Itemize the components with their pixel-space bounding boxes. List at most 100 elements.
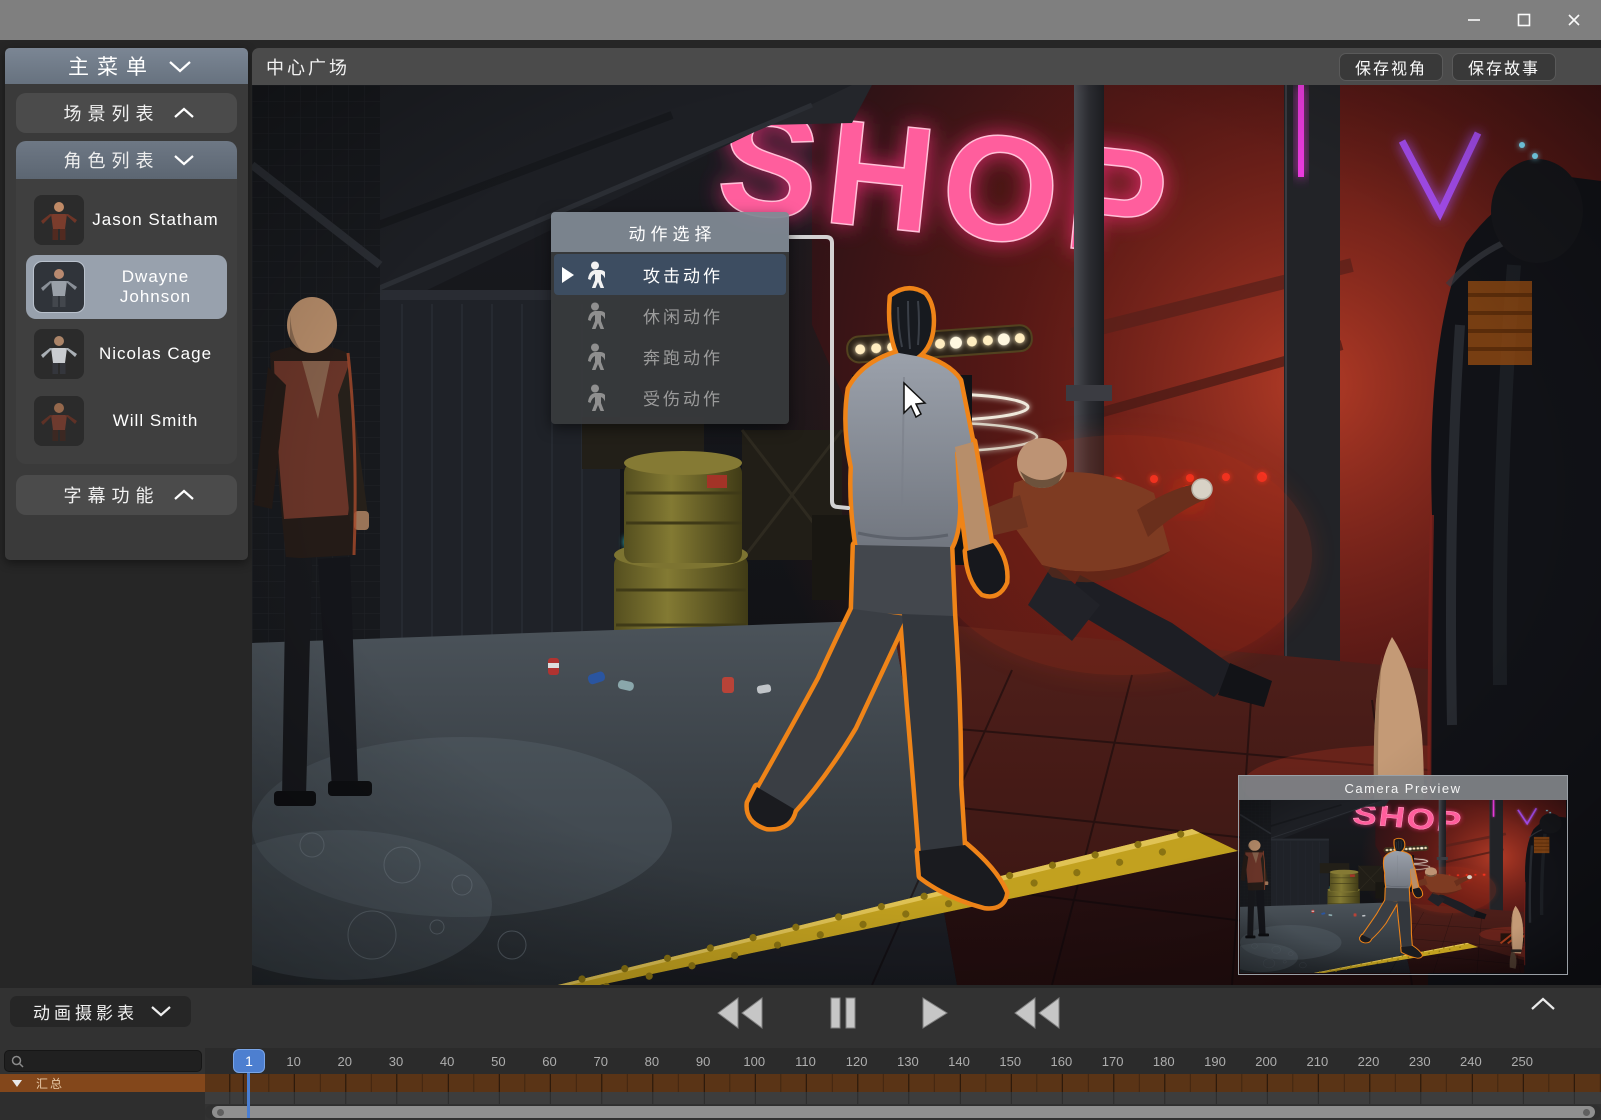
ruler-tick: 150 <box>985 1054 1036 1069</box>
app-window: 主菜单 场景列表 角色列表 <box>0 0 1601 1120</box>
character-list-section: 角色列表 Ja <box>16 141 237 464</box>
character-thumbnail <box>34 262 84 312</box>
chevron-up-icon <box>172 106 196 120</box>
ruler-tick: 140 <box>933 1054 984 1069</box>
collapse-panel-button[interactable] <box>1529 996 1557 1017</box>
action-selection-popup: 动作选择 攻击动作 休闲动作 <box>551 212 789 424</box>
character-figure-icon <box>37 399 81 443</box>
main-menu-label: 主菜单 <box>60 51 155 81</box>
playhead-line <box>247 1073 250 1118</box>
camera-preview-panel: Camera Preview <box>1238 775 1568 975</box>
chevron-down-icon <box>167 59 193 74</box>
minimize-button[interactable] <box>1459 6 1489 34</box>
character-row-nicolas-cage[interactable]: Nicolas Cage <box>26 322 227 386</box>
minimize-icon <box>1466 12 1482 28</box>
timeline-ruler[interactable]: 10 20 30 40 50 60 70 80 90 100 110 120 1… <box>205 1048 1601 1074</box>
fast-forward-icon <box>1013 997 1061 1029</box>
scene-list-button[interactable]: 场景列表 <box>16 93 237 133</box>
chevron-down-icon <box>150 1005 172 1018</box>
summary-channel-row[interactable]: 汇总 <box>0 1074 205 1092</box>
channel-track[interactable] <box>205 1092 1601 1104</box>
ruler-tick: 210 <box>1292 1054 1343 1069</box>
character-row-dwayne-johnson[interactable]: Dwayne Johnson <box>26 255 227 319</box>
ruler-tick: 170 <box>1087 1054 1138 1069</box>
ruler-tick: 200 <box>1241 1054 1292 1069</box>
action-popup-title: 动作选择 <box>551 212 789 252</box>
play-triangle-icon <box>562 267 574 283</box>
channel-search-box <box>4 1050 202 1072</box>
camera-preview-title: Camera Preview <box>1239 776 1567 800</box>
action-item-idle[interactable]: 休闲动作 <box>554 295 786 336</box>
character-figure-icon <box>37 265 81 309</box>
character-figure-icon <box>37 198 81 242</box>
pause-button[interactable] <box>828 996 858 1030</box>
ruler-tick: 230 <box>1394 1054 1445 1069</box>
dope-sheet-label: 动画摄影表 <box>29 999 138 1024</box>
ruler-tick: 220 <box>1343 1054 1394 1069</box>
main-menu-header[interactable]: 主菜单 <box>5 48 248 84</box>
collapse-triangle-icon <box>12 1080 22 1087</box>
ruler-tick: 80 <box>626 1054 677 1069</box>
ruler-tick: 10 <box>268 1054 319 1069</box>
viewport-3d-scene[interactable]: SHOP SHOP <box>252 85 1601 985</box>
rewind-button[interactable] <box>716 997 764 1029</box>
ruler-tick: 110 <box>780 1054 831 1069</box>
ruler-tick: 160 <box>1036 1054 1087 1069</box>
action-item-hurt[interactable]: 受伤动作 <box>554 377 786 418</box>
pause-icon <box>828 996 858 1030</box>
channel-list-empty <box>0 1092 205 1120</box>
ruler-tick: 90 <box>678 1054 729 1069</box>
chevron-up-icon <box>1529 996 1557 1012</box>
timeline-scrollbar <box>205 1105 1601 1119</box>
title-bar <box>0 0 1601 40</box>
fast-forward-button[interactable] <box>1013 997 1061 1029</box>
character-thumbnail <box>34 329 84 379</box>
subtitle-function-button[interactable]: 字幕功能 <box>16 475 237 515</box>
ruler-tick: 120 <box>831 1054 882 1069</box>
ruler-tick: 30 <box>370 1054 421 1069</box>
character-list-label: 角色列表 <box>58 147 160 173</box>
character-list-header[interactable]: 角色列表 <box>16 141 237 179</box>
chevron-up-icon <box>172 488 196 502</box>
ruler-tick: 190 <box>1189 1054 1240 1069</box>
subtitle-function-label: 字幕功能 <box>58 482 160 508</box>
action-item-attack[interactable]: 攻击动作 <box>554 254 786 295</box>
character-thumbnail <box>34 195 84 245</box>
person-icon <box>584 261 606 288</box>
save-story-button[interactable]: 保存故事 <box>1452 53 1556 81</box>
character-row-will-smith[interactable]: Will Smith <box>26 389 227 453</box>
viewport-header: 中心广场 保存视角 保存故事 <box>252 48 1601 85</box>
person-icon <box>584 384 606 411</box>
transport-controls <box>716 992 1061 1034</box>
character-row-jason-statham[interactable]: Jason Statham <box>26 188 227 252</box>
character-name: Nicolas Cage <box>84 344 227 364</box>
play-button[interactable] <box>921 997 949 1029</box>
rewind-icon <box>716 997 764 1029</box>
action-label: 攻击动作 <box>606 262 786 287</box>
sidebar-panel: 主菜单 场景列表 角色列表 <box>5 48 248 560</box>
summary-channel-track[interactable] <box>205 1074 1601 1092</box>
character-name: Will Smith <box>84 411 227 431</box>
ruler-tick: 50 <box>473 1054 524 1069</box>
action-item-run[interactable]: 奔跑动作 <box>554 336 786 377</box>
ruler-tick: 130 <box>882 1054 933 1069</box>
current-frame-indicator[interactable]: 1 <box>233 1049 265 1073</box>
save-view-button[interactable]: 保存视角 <box>1339 53 1443 81</box>
ruler-tick: 40 <box>422 1054 473 1069</box>
dope-sheet-dropdown[interactable]: 动画摄影表 <box>10 996 191 1027</box>
character-name: Dwayne Johnson <box>84 267 227 307</box>
person-icon <box>584 302 606 329</box>
ruler-tick: 250 <box>1497 1054 1548 1069</box>
character-thumbnail <box>34 396 84 446</box>
ruler-tick: 60 <box>524 1054 575 1069</box>
search-input[interactable] <box>29 1053 195 1069</box>
close-button[interactable] <box>1559 6 1589 34</box>
ruler-tick: 100 <box>729 1054 780 1069</box>
maximize-button[interactable] <box>1509 6 1539 34</box>
action-label: 受伤动作 <box>606 385 786 410</box>
action-label: 休闲动作 <box>606 303 786 328</box>
action-label: 奔跑动作 <box>606 344 786 369</box>
person-icon <box>584 343 606 370</box>
timeline-scrollbar-thumb[interactable] <box>212 1106 1595 1118</box>
timeline-panel: 动画摄影表 10 20 <box>0 988 1601 1120</box>
